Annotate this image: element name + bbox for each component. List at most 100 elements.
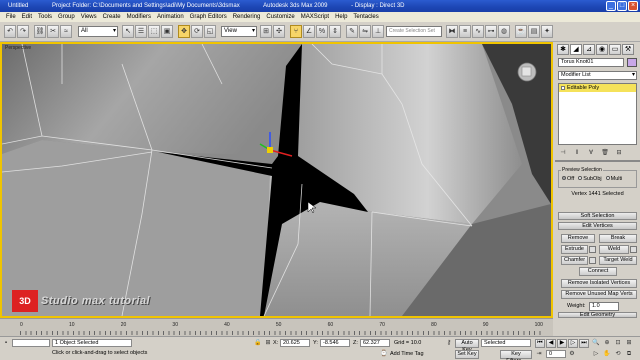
redo-icon[interactable]: ↷ xyxy=(17,25,29,38)
preview-multi-radio[interactable]: Multi xyxy=(605,176,622,182)
field-of-view-icon[interactable]: ▷ xyxy=(592,350,600,358)
previous-frame-icon[interactable]: ◀ xyxy=(546,339,556,348)
timeline[interactable]: 0 10 20 30 40 50 60 70 80 90 100 xyxy=(0,318,553,336)
menu-file[interactable]: File xyxy=(3,12,19,22)
remove-button[interactable]: Remove xyxy=(561,234,595,243)
bind-space-warp-icon[interactable]: ≈ xyxy=(60,25,72,38)
layer-manager-icon[interactable]: ≡ xyxy=(459,25,471,38)
close-button[interactable]: × xyxy=(628,1,638,11)
select-and-rotate-icon[interactable]: ⟳ xyxy=(191,25,203,38)
key-mode-toggle-icon[interactable]: ⇥ xyxy=(535,350,543,358)
key-mode-dropdown[interactable]: Selected xyxy=(481,339,531,347)
zoom-icon[interactable]: 🔍 xyxy=(592,339,600,347)
connect-button[interactable]: Connect xyxy=(579,267,617,276)
object-name-field[interactable]: Torus Knot01 xyxy=(558,58,624,67)
align-icon[interactable]: ⊥ xyxy=(372,25,384,38)
quick-render-icon[interactable]: ✦ xyxy=(541,25,553,38)
pin-stack-icon[interactable]: ⊣ xyxy=(558,149,568,157)
weld-button[interactable]: Weld xyxy=(599,245,629,254)
select-by-name-icon[interactable]: ☰ xyxy=(135,25,147,38)
mirror-icon[interactable]: ⇋ xyxy=(359,25,371,38)
auto-key-button[interactable]: Auto Key xyxy=(455,339,479,353)
add-time-tag[interactable]: Add Time Tag xyxy=(390,351,424,357)
render-setup-icon[interactable]: ☕ xyxy=(515,25,527,38)
weld-settings-icon[interactable] xyxy=(630,246,637,253)
weight-spinner[interactable]: 1.0 xyxy=(589,302,619,311)
soft-selection-rollout[interactable]: Soft Selection xyxy=(558,212,637,220)
schematic-view-icon[interactable]: ⊶ xyxy=(485,25,497,38)
stack-item-editable-poly[interactable]: Editable Poly xyxy=(559,84,636,92)
remove-modifier-icon[interactable]: 🗑 xyxy=(600,149,610,157)
break-button[interactable]: Break xyxy=(599,234,637,243)
select-and-move-icon[interactable]: ✥ xyxy=(178,25,190,38)
motion-tab-icon[interactable]: ◉ xyxy=(596,44,608,55)
remove-isolated-vertices-button[interactable]: Remove Isolated Vertices xyxy=(561,279,637,288)
preview-off-radio[interactable]: Off xyxy=(562,176,574,182)
edit-named-selection-icon[interactable]: ✎ xyxy=(346,25,358,38)
perspective-viewport[interactable]: Perspective 3D Studio max tutorial xyxy=(0,42,553,318)
chamfer-button[interactable]: Chamfer xyxy=(561,256,588,265)
menu-views[interactable]: Views xyxy=(78,12,100,22)
spinner-snap-icon[interactable]: ⇕ xyxy=(329,25,341,38)
select-and-scale-icon[interactable]: ◱ xyxy=(204,25,216,38)
menu-help[interactable]: Help xyxy=(332,12,350,22)
viewport-label[interactable]: Perspective xyxy=(5,45,31,51)
make-unique-icon[interactable]: ∀ xyxy=(586,149,596,157)
minimize-button[interactable]: _ xyxy=(606,1,616,11)
configure-modifier-sets-icon[interactable]: ⊟ xyxy=(614,149,624,157)
menu-tentacles[interactable]: Tentacles xyxy=(350,12,381,22)
angle-snap-icon[interactable]: ∠ xyxy=(303,25,315,38)
zoom-extents-icon[interactable]: ⊡ xyxy=(614,339,622,347)
rectangular-selection-icon[interactable]: ⬚ xyxy=(148,25,160,38)
go-to-end-icon[interactable]: ⏭ xyxy=(579,339,589,348)
menu-modifiers[interactable]: Modifiers xyxy=(124,12,154,22)
zoom-extents-all-icon[interactable]: ⊞ xyxy=(625,339,633,347)
pan-icon[interactable]: ✋ xyxy=(603,350,611,358)
material-editor-icon[interactable]: ◍ xyxy=(498,25,510,38)
menu-rendering[interactable]: Rendering xyxy=(230,12,264,22)
key-icon[interactable]: ⚷ xyxy=(445,339,453,347)
selection-filter-dropdown[interactable]: All xyxy=(78,26,118,37)
named-selection-set-input[interactable]: Create Selection Set xyxy=(386,26,442,37)
select-object-icon[interactable]: ↖ xyxy=(122,25,134,38)
mirror-tool-icon[interactable]: ⧓ xyxy=(446,25,458,38)
modifier-list-dropdown[interactable]: Modifier List xyxy=(558,71,637,80)
expand-icon[interactable] xyxy=(561,86,565,90)
menu-tools[interactable]: Tools xyxy=(35,12,55,22)
zoom-all-icon[interactable]: ⊕ xyxy=(603,339,611,347)
chamfer-settings-icon[interactable] xyxy=(589,257,596,264)
x-coordinate[interactable]: 20.625 xyxy=(280,339,310,347)
reference-coordinate-dropdown[interactable]: View xyxy=(221,26,257,37)
undo-icon[interactable]: ↶ xyxy=(4,25,16,38)
go-to-start-icon[interactable]: ⏮ xyxy=(535,339,545,348)
extrude-settings-icon[interactable] xyxy=(589,246,596,253)
unlink-icon[interactable]: ✂ xyxy=(47,25,59,38)
key-filters-button[interactable]: Key Filters... xyxy=(500,350,532,360)
utilities-tab-icon[interactable]: ⚒ xyxy=(622,44,634,55)
maxscript-mini-listener[interactable] xyxy=(12,339,50,347)
menu-animation[interactable]: Animation xyxy=(154,12,187,22)
menu-graph-editors[interactable]: Graph Editors xyxy=(187,12,230,22)
target-weld-button[interactable]: Target Weld xyxy=(599,256,637,265)
remove-unused-map-verts-button[interactable]: Remove Unused Map Verts xyxy=(561,290,637,299)
window-crossing-icon[interactable]: ▣ xyxy=(161,25,173,38)
maxscript-listener-icon[interactable]: ▪ xyxy=(2,339,10,347)
time-tag-icon[interactable]: ⌚ xyxy=(380,350,388,358)
next-frame-icon[interactable]: ▷ xyxy=(568,339,578,348)
object-color-swatch[interactable] xyxy=(627,58,637,67)
snaps-toggle-icon[interactable]: ⑂ xyxy=(290,25,302,38)
extrude-button[interactable]: Extrude xyxy=(561,245,588,254)
lock-selection-icon[interactable]: 🔒 xyxy=(254,339,262,347)
time-configuration-icon[interactable]: ⚙ xyxy=(568,350,576,358)
menu-maxscript[interactable]: MAXScript xyxy=(298,12,332,22)
maximize-button[interactable]: □ xyxy=(617,1,627,11)
absolute-mode-icon[interactable]: ⊞ xyxy=(264,339,272,347)
set-key-button[interactable]: Set Key xyxy=(455,350,479,359)
y-coordinate[interactable]: -8.546 xyxy=(320,339,350,347)
maximize-viewport-icon[interactable]: ⧉ xyxy=(625,350,633,358)
menu-edit[interactable]: Edit xyxy=(19,12,35,22)
select-manipulate-icon[interactable]: ✣ xyxy=(273,25,285,38)
rendered-frame-icon[interactable]: ▤ xyxy=(528,25,540,38)
percent-snap-icon[interactable]: % xyxy=(316,25,328,38)
z-coordinate[interactable]: 62.327 xyxy=(360,339,390,347)
